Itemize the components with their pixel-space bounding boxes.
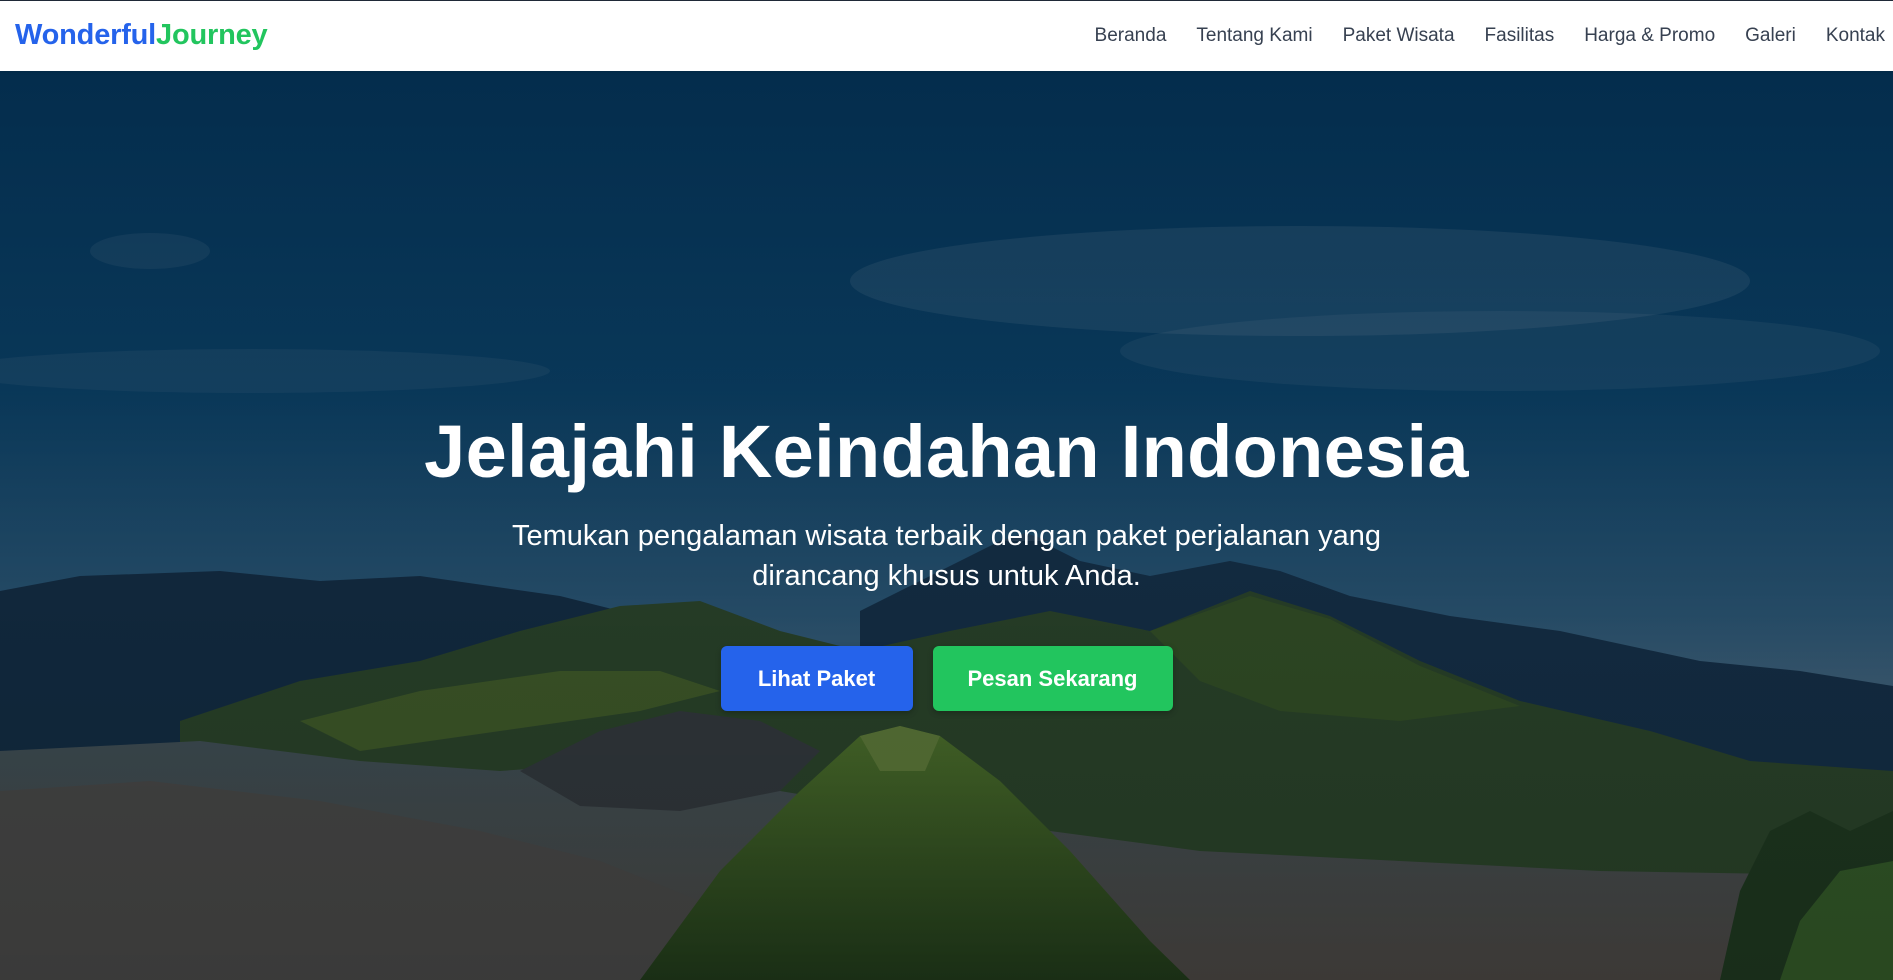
nav-link-paket-wisata[interactable]: Paket Wisata	[1343, 25, 1455, 47]
brand-name-part1: Wonderful	[15, 19, 157, 51]
nav-link-harga-promo[interactable]: Harga & Promo	[1584, 25, 1715, 47]
nav-link-fasilitas[interactable]: Fasilitas	[1485, 25, 1555, 47]
hero-cta-group: Lihat Paket Pesan Sekarang	[0, 646, 1893, 711]
brand-name-part2: Journey	[156, 19, 268, 51]
book-now-button[interactable]: Pesan Sekarang	[932, 646, 1173, 711]
nav-link-beranda[interactable]: Beranda	[1095, 25, 1167, 47]
main-nav: Beranda Tentang Kami Paket Wisata Fasili…	[1095, 25, 1885, 47]
top-navbar: WonderfulJourney Beranda Tentang Kami Pa…	[0, 0, 1893, 71]
nav-link-tentang-kami[interactable]: Tentang Kami	[1196, 25, 1312, 47]
hero-section: Jelajahi Keindahan Indonesia Temukan pen…	[0, 71, 1893, 980]
nav-link-galeri[interactable]: Galeri	[1745, 25, 1796, 47]
brand-logo[interactable]: WonderfulJourney	[15, 19, 268, 52]
hero-title: Jelajahi Keindahan Indonesia	[424, 410, 1469, 493]
view-packages-button[interactable]: Lihat Paket	[720, 646, 913, 711]
hero-content: Jelajahi Keindahan Indonesia Temukan pen…	[0, 71, 1893, 980]
hero-subtitle: Temukan pengalaman wisata terbaik dengan…	[512, 520, 1381, 592]
nav-link-kontak[interactable]: Kontak	[1826, 25, 1885, 47]
